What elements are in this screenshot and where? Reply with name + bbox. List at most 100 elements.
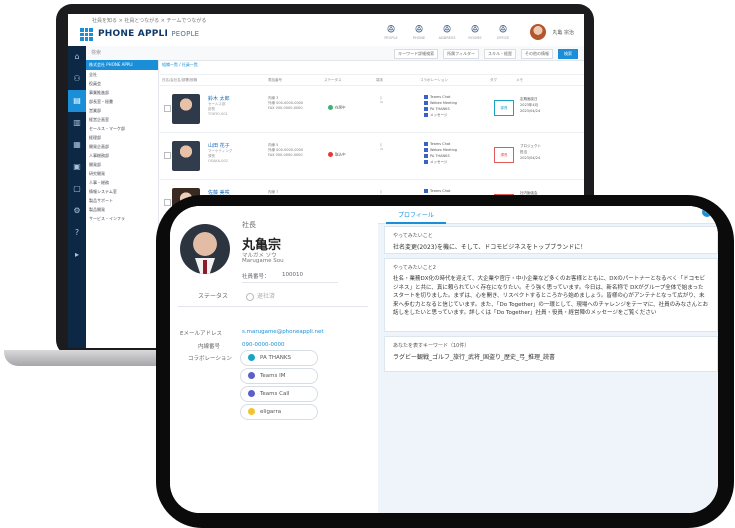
card-title: やってみたいこと2 bbox=[393, 265, 436, 271]
card-title: やってみたいこと bbox=[393, 233, 433, 239]
divider bbox=[242, 282, 338, 283]
search-button[interactable]: 検索 bbox=[558, 49, 578, 59]
org-tree-header[interactable]: 株式会社 PHONE APPLI bbox=[86, 60, 158, 70]
collab-link[interactable]: メッセージ bbox=[424, 112, 457, 118]
filter-affiliation[interactable]: 所属フィルター bbox=[443, 49, 479, 59]
calendar-icon[interactable]: ▣ bbox=[68, 156, 86, 178]
col-tag[interactable]: タグ bbox=[490, 78, 516, 83]
extension-link[interactable]: 090-0000-0000 bbox=[242, 342, 284, 348]
directory-icon[interactable]: ▤ bbox=[68, 90, 86, 112]
app-tagline: 社員を知る × 社員とつながる × チームでつながる bbox=[92, 18, 207, 24]
profile-position: 社長 bbox=[242, 221, 256, 229]
building-icon[interactable]: ▦ bbox=[68, 134, 86, 156]
top-app-switcher: ꔮ PEOPLE ꔮ PHONE ꔮ ADDRESS ꔮ ROOMS ꔮ OFFICE bbox=[380, 23, 514, 41]
expand-icon[interactable]: ▸ bbox=[68, 244, 86, 266]
org-node[interactable]: 全社 bbox=[86, 70, 158, 79]
status-ring-icon bbox=[246, 292, 254, 301]
app-switch-people[interactable]: ꔮ PEOPLE bbox=[380, 24, 402, 41]
app-switch-address[interactable]: ꔮ ADDRESS bbox=[436, 24, 458, 41]
org-node[interactable]: 人事・総務 bbox=[86, 178, 158, 187]
org-node[interactable]: 部長室・秘書 bbox=[86, 97, 158, 106]
app-switch-rooms[interactable]: ꔮ ROOMS bbox=[464, 23, 486, 41]
row-checkbox[interactable] bbox=[164, 105, 171, 112]
settings-icon[interactable]: ⚙ bbox=[68, 200, 86, 222]
employee-name[interactable]: 山田 花子 bbox=[208, 142, 230, 149]
org-node[interactable]: 営業部 bbox=[86, 106, 158, 115]
collab-teams-im-button[interactable]: Teams IM bbox=[240, 368, 318, 384]
employee-phone[interactable]: 内線 5 外線 000-0000-0000 FAX 000-0000-0000 bbox=[268, 143, 303, 158]
status-badge: 在席中 bbox=[328, 105, 346, 111]
col-status[interactable]: ステータス bbox=[324, 78, 376, 83]
col-memo[interactable]: メモ bbox=[516, 78, 523, 83]
org-node[interactable]: 経理部 bbox=[86, 133, 158, 142]
user-name[interactable]: 丸亀 宗治 bbox=[552, 29, 574, 36]
tab-profile[interactable]: プロフィール bbox=[386, 210, 446, 224]
card-body: ラグビー観戦_ゴルフ_旅行_武将_国盗り_歴史_弓_推理_読書 bbox=[393, 354, 556, 361]
collab-pa-thanks-button[interactable]: PA THANKS bbox=[240, 350, 318, 366]
people-icon[interactable]: ⚇ bbox=[68, 68, 86, 90]
org-node[interactable]: 研究開発 bbox=[86, 169, 158, 178]
org-node[interactable]: 役員会 bbox=[86, 79, 158, 88]
org-node[interactable]: セールス・マーケ部 bbox=[86, 124, 158, 133]
divider bbox=[178, 306, 368, 307]
col-collab[interactable]: コラボレーション bbox=[420, 78, 490, 83]
app-logo[interactable]: PHONE APPLI PEOPLE bbox=[98, 29, 199, 39]
list-tabs[interactable]: 組織一覧 / 社員一覧 bbox=[158, 60, 584, 75]
card-title: あなたを表すキーワード（10件） bbox=[393, 343, 470, 349]
tab-strip: プロフィール × bbox=[378, 206, 718, 224]
status-badge: 取込中 bbox=[328, 152, 346, 158]
search-input[interactable]: 検索 bbox=[91, 49, 211, 57]
close-icon[interactable]: × bbox=[702, 207, 712, 217]
email-link[interactable]: s.marugame@phoneappli.net bbox=[242, 329, 324, 335]
col-tel[interactable]: 電話番号 bbox=[268, 78, 324, 83]
keywords-card: あなたを表すキーワード（10件） ラグビー観戦_ゴルフ_旅行_武将_国盗り_歴史… bbox=[384, 336, 718, 372]
row-checkbox[interactable] bbox=[164, 199, 171, 206]
collab-eligarra-button[interactable]: eligarra bbox=[240, 404, 318, 420]
card-body: 社名・業務DX化の時代を迎えて、大企業や官庁・中小企業など多くのお客様とともに、… bbox=[393, 276, 709, 316]
search-filters: キーワード詳細検索 所属フィルター スキル・経歴 その他の情報 検索 bbox=[394, 49, 578, 59]
col-device[interactable]: 端末 bbox=[376, 78, 420, 83]
employee-phone[interactable]: 内線 3 外線 000-0000-0000 FAX 000-0000-0000 bbox=[268, 96, 303, 111]
device-icon: ▯▭ bbox=[380, 143, 384, 151]
profile-avatar[interactable] bbox=[180, 224, 230, 274]
org-node[interactable]: 開発企画部 bbox=[86, 142, 158, 151]
pa-thanks-icon bbox=[248, 354, 255, 361]
org-node[interactable]: 開発部 bbox=[86, 160, 158, 169]
table-row[interactable]: 鈴木 太郎 セールス部 部長 TOKYO-001 内線 3 外線 000-000… bbox=[158, 86, 584, 133]
table-row[interactable]: 山田 花子 マーケティング 課長 OSAKA-002 内線 5 外線 000-0… bbox=[158, 133, 584, 180]
filter-skill[interactable]: スキル・経歴 bbox=[484, 49, 516, 59]
org-node[interactable]: 製品開発 bbox=[86, 205, 158, 214]
user-avatar[interactable] bbox=[530, 24, 546, 40]
app-switch-phone[interactable]: ꔮ PHONE bbox=[408, 24, 430, 41]
status-dot-icon bbox=[328, 105, 333, 110]
collab-links: Teams Chat Webex Meeting PA THANKS メッセージ bbox=[424, 94, 457, 118]
col-name[interactable]: 氏名/会社名/部署/役職 bbox=[162, 78, 268, 83]
card-body: 社名変更(2023)を機に、そして、ドコモビジネスをトップブランドに！ bbox=[393, 244, 587, 251]
email-label: Eメールアドレス bbox=[180, 331, 222, 337]
filter-other[interactable]: その他の情報 bbox=[521, 49, 553, 59]
tablet-screen: 社長 丸亀宗 マルガメ ソウ Marugame Sou 社員番号： 100010… bbox=[170, 206, 718, 513]
filter-keyword[interactable]: キーワード詳細検索 bbox=[394, 49, 439, 59]
row-checkbox[interactable] bbox=[164, 152, 171, 159]
people-icon: ꔮ bbox=[470, 23, 480, 36]
employee-photo[interactable] bbox=[172, 94, 200, 124]
employee-photo[interactable] bbox=[172, 141, 200, 171]
org-node[interactable]: 人事総務部 bbox=[86, 151, 158, 160]
row-memo: 定期面談日 2023年4月 2023/04/24 bbox=[520, 97, 541, 113]
app-logo-icon bbox=[80, 28, 93, 41]
org-node[interactable]: サービス・インフラ bbox=[86, 214, 158, 223]
profile-tab-panel: プロフィール × やってみたいこと 社名変更(2023)を機に、そして、ドコモビ… bbox=[378, 206, 718, 513]
home-icon[interactable]: ⌂ bbox=[68, 46, 86, 68]
org-node[interactable]: 事業推進部 bbox=[86, 88, 158, 97]
employee-name[interactable]: 鈴木 太郎 bbox=[208, 95, 230, 102]
eligarra-icon bbox=[248, 408, 255, 415]
org-node[interactable]: 製品サポート bbox=[86, 196, 158, 205]
org-node[interactable]: 経営企画室 bbox=[86, 115, 158, 124]
document-icon[interactable]: ▢ bbox=[68, 178, 86, 200]
app-switch-office[interactable]: ꔮ OFFICE bbox=[492, 24, 514, 41]
org-node[interactable]: 情報システム室 bbox=[86, 187, 158, 196]
chart-icon[interactable]: ▥ bbox=[68, 112, 86, 134]
collab-link[interactable]: メッセージ bbox=[424, 159, 457, 165]
help-icon[interactable]: ? bbox=[68, 222, 86, 244]
collab-teams-call-button[interactable]: Teams Call bbox=[240, 386, 318, 402]
